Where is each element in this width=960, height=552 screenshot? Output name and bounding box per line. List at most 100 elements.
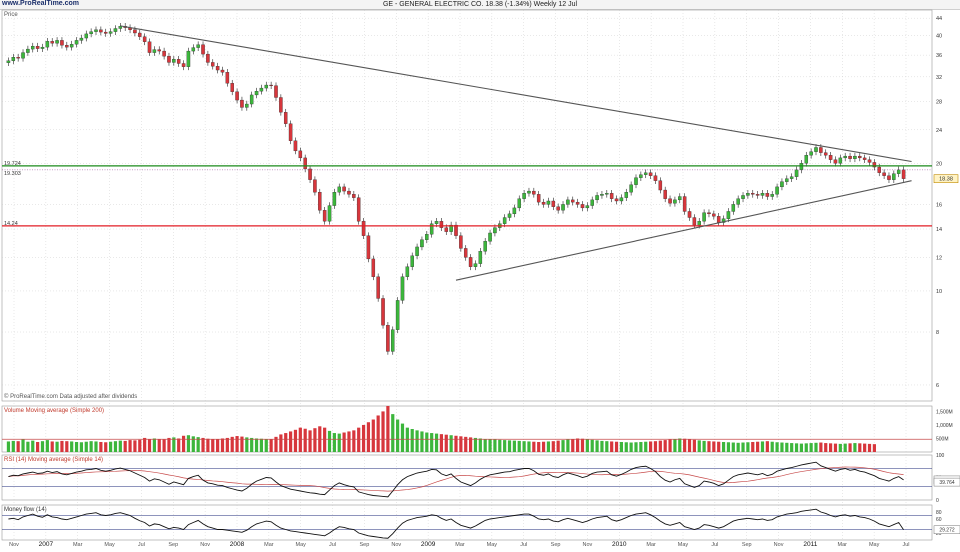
price-tick-label: 6 [936, 383, 939, 389]
volume-bar [386, 406, 390, 452]
volume-bar [814, 442, 818, 452]
volume-bar [838, 443, 842, 452]
volume-bar [162, 439, 166, 452]
volume-bar [177, 438, 181, 452]
volume-bar [858, 443, 862, 452]
candle-up [702, 212, 706, 222]
volume-bar [624, 442, 628, 452]
volume-bar [770, 441, 774, 452]
candle-up [473, 263, 478, 267]
volume-bar [70, 441, 74, 452]
volume-bar [600, 440, 604, 452]
volume-bar [430, 433, 434, 452]
volume-bar [653, 441, 658, 452]
candle-down [682, 196, 687, 212]
candle-down [361, 221, 366, 236]
price-tick-label: 28 [936, 99, 942, 105]
candle-down [147, 41, 152, 53]
candle-down [828, 155, 833, 160]
volume-bar [605, 441, 609, 452]
candle-down [274, 85, 278, 98]
candle-up [809, 151, 813, 156]
volume-bar [683, 438, 687, 452]
volume-bar [434, 433, 439, 452]
volume-bar [760, 441, 765, 452]
volume-bar [31, 440, 35, 452]
volume-bar [138, 439, 142, 452]
volume-bar [663, 440, 667, 452]
rsi-tick-label: 100 [936, 453, 945, 459]
volume-bar [147, 439, 152, 452]
candle-up [337, 186, 341, 193]
candle-up [94, 29, 98, 32]
candle-down [99, 29, 103, 33]
volume-bar [303, 428, 307, 452]
candle-down [765, 193, 770, 197]
mfi-panel-label: Money flow (14) [4, 507, 47, 513]
volume-bar [216, 439, 220, 452]
candle-up [186, 50, 191, 67]
x-tick-label: Jul [711, 542, 718, 548]
candle-up [760, 193, 765, 196]
candle-up [838, 157, 843, 164]
stock-chart[interactable]: Price © ProRealTime.com Data adjusted aft… [0, 0, 960, 552]
candle-down [298, 150, 303, 159]
volume-bar [785, 442, 789, 452]
candle-up [678, 196, 682, 201]
volume-bar [128, 440, 132, 452]
candle-down [819, 147, 823, 153]
volume-bar [503, 440, 507, 452]
candle-up [79, 37, 84, 41]
candle-up [697, 221, 701, 226]
price-panel-footer: © ProRealTime.com Data adjusted after di… [4, 393, 137, 400]
last-price-label: 18.38 [939, 177, 953, 183]
candle-up [566, 199, 570, 205]
candle-up [11, 57, 16, 61]
volume-bar [741, 442, 745, 452]
candle-down [103, 31, 108, 34]
candle-down [366, 235, 371, 260]
candle-down [463, 248, 468, 258]
candle-up [726, 211, 731, 219]
price-tick-label: 36 [936, 53, 942, 59]
volume-bar [60, 440, 64, 452]
volume-tick-label: 500M [936, 436, 949, 442]
candle-down [342, 186, 346, 192]
x-tick-label: Sep [360, 542, 370, 548]
volume-bar [576, 438, 580, 452]
volume-bar [736, 442, 740, 452]
candle-down [668, 198, 672, 204]
volume-bar [717, 441, 721, 452]
candle-up [113, 28, 118, 32]
volume-bar [361, 424, 366, 452]
price-tick-label: 32 [936, 75, 942, 81]
volume-bar [181, 435, 186, 452]
volume-bar [537, 441, 541, 452]
candle-up [741, 195, 745, 199]
candle-up [191, 47, 196, 52]
candle-up [892, 173, 896, 180]
volume-bar [21, 439, 25, 452]
candle-up [327, 205, 332, 222]
candle-down [167, 56, 171, 63]
x-tick-label: Nov [9, 542, 19, 548]
volume-bar [337, 433, 341, 452]
volume-bar [756, 441, 760, 452]
volume-bar [673, 439, 677, 452]
volume-bar [104, 442, 108, 452]
candle-up [502, 217, 507, 224]
volume-bar [123, 440, 127, 452]
x-tick-label: Nov [200, 542, 210, 548]
level-label: 19.303 [4, 171, 21, 177]
candle-down [833, 159, 838, 164]
volume-bar [323, 427, 327, 452]
volume-bar [546, 441, 551, 452]
volume-bar [619, 441, 624, 452]
candle-down [575, 201, 580, 205]
price-tick-label: 12 [936, 255, 942, 261]
volume-bar [775, 442, 779, 452]
candle-down [614, 198, 619, 202]
volume-bar [113, 441, 118, 452]
candle-down [220, 69, 225, 73]
volume-bar [240, 436, 244, 452]
